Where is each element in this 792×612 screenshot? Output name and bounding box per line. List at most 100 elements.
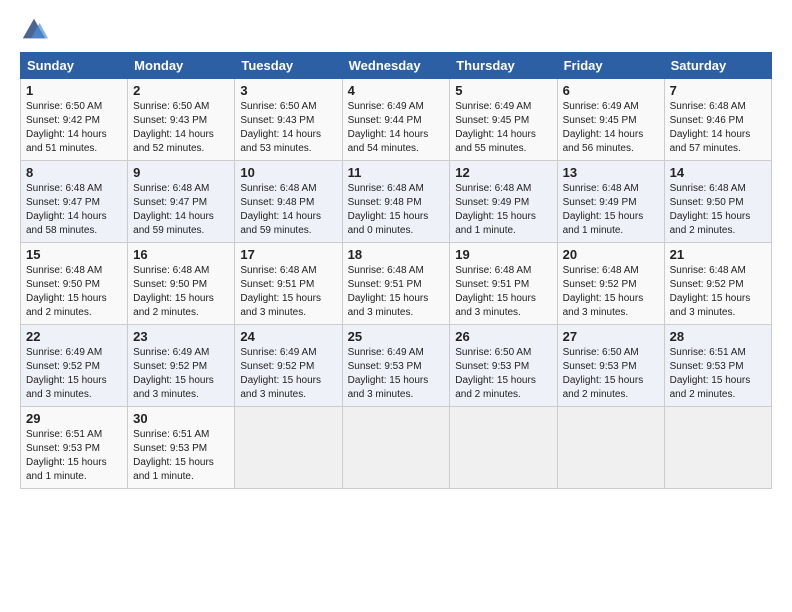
day-info: Sunrise: 6:49 AMSunset: 9:52 PMDaylight:… bbox=[26, 347, 107, 400]
day-info: Sunrise: 6:50 AMSunset: 9:43 PMDaylight:… bbox=[240, 101, 321, 154]
day-number: 1 bbox=[26, 83, 122, 98]
column-header-tuesday: Tuesday bbox=[235, 53, 342, 79]
calendar-cell: 16 Sunrise: 6:48 AMSunset: 9:50 PMDaylig… bbox=[128, 243, 235, 325]
calendar-cell bbox=[235, 407, 342, 489]
calendar-week-1: 1 Sunrise: 6:50 AMSunset: 9:42 PMDayligh… bbox=[21, 79, 772, 161]
day-info: Sunrise: 6:51 AMSunset: 9:53 PMDaylight:… bbox=[26, 429, 107, 482]
calendar-cell: 26 Sunrise: 6:50 AMSunset: 9:53 PMDaylig… bbox=[450, 325, 557, 407]
calendar-cell: 9 Sunrise: 6:48 AMSunset: 9:47 PMDayligh… bbox=[128, 161, 235, 243]
day-info: Sunrise: 6:48 AMSunset: 9:47 PMDaylight:… bbox=[26, 183, 107, 236]
logo bbox=[20, 16, 52, 44]
calendar-week-2: 8 Sunrise: 6:48 AMSunset: 9:47 PMDayligh… bbox=[21, 161, 772, 243]
day-number: 12 bbox=[455, 165, 551, 180]
day-number: 25 bbox=[348, 329, 445, 344]
day-number: 13 bbox=[563, 165, 659, 180]
day-number: 2 bbox=[133, 83, 229, 98]
calendar-cell bbox=[664, 407, 771, 489]
calendar-cell: 8 Sunrise: 6:48 AMSunset: 9:47 PMDayligh… bbox=[21, 161, 128, 243]
day-info: Sunrise: 6:48 AMSunset: 9:46 PMDaylight:… bbox=[670, 101, 751, 154]
day-number: 7 bbox=[670, 83, 766, 98]
day-number: 14 bbox=[670, 165, 766, 180]
day-number: 29 bbox=[26, 411, 122, 426]
calendar-cell: 13 Sunrise: 6:48 AMSunset: 9:49 PMDaylig… bbox=[557, 161, 664, 243]
day-number: 6 bbox=[563, 83, 659, 98]
day-info: Sunrise: 6:50 AMSunset: 9:53 PMDaylight:… bbox=[563, 347, 644, 400]
calendar-cell: 25 Sunrise: 6:49 AMSunset: 9:53 PMDaylig… bbox=[342, 325, 450, 407]
day-info: Sunrise: 6:48 AMSunset: 9:48 PMDaylight:… bbox=[348, 183, 429, 236]
calendar-week-3: 15 Sunrise: 6:48 AMSunset: 9:50 PMDaylig… bbox=[21, 243, 772, 325]
calendar-cell: 29 Sunrise: 6:51 AMSunset: 9:53 PMDaylig… bbox=[21, 407, 128, 489]
day-info: Sunrise: 6:51 AMSunset: 9:53 PMDaylight:… bbox=[133, 429, 214, 482]
day-number: 3 bbox=[240, 83, 336, 98]
calendar-cell: 7 Sunrise: 6:48 AMSunset: 9:46 PMDayligh… bbox=[664, 79, 771, 161]
day-number: 23 bbox=[133, 329, 229, 344]
day-number: 8 bbox=[26, 165, 122, 180]
calendar-cell: 5 Sunrise: 6:49 AMSunset: 9:45 PMDayligh… bbox=[450, 79, 557, 161]
day-info: Sunrise: 6:48 AMSunset: 9:51 PMDaylight:… bbox=[348, 265, 429, 318]
day-number: 16 bbox=[133, 247, 229, 262]
day-number: 30 bbox=[133, 411, 229, 426]
day-number: 4 bbox=[348, 83, 445, 98]
page-header bbox=[20, 16, 772, 44]
calendar-cell: 6 Sunrise: 6:49 AMSunset: 9:45 PMDayligh… bbox=[557, 79, 664, 161]
day-number: 17 bbox=[240, 247, 336, 262]
day-info: Sunrise: 6:51 AMSunset: 9:53 PMDaylight:… bbox=[670, 347, 751, 400]
calendar-cell bbox=[342, 407, 450, 489]
day-number: 21 bbox=[670, 247, 766, 262]
calendar-cell: 15 Sunrise: 6:48 AMSunset: 9:50 PMDaylig… bbox=[21, 243, 128, 325]
day-number: 27 bbox=[563, 329, 659, 344]
day-number: 18 bbox=[348, 247, 445, 262]
day-number: 24 bbox=[240, 329, 336, 344]
header-row: SundayMondayTuesdayWednesdayThursdayFrid… bbox=[21, 53, 772, 79]
calendar-cell: 27 Sunrise: 6:50 AMSunset: 9:53 PMDaylig… bbox=[557, 325, 664, 407]
calendar-cell: 10 Sunrise: 6:48 AMSunset: 9:48 PMDaylig… bbox=[235, 161, 342, 243]
calendar-table: SundayMondayTuesdayWednesdayThursdayFrid… bbox=[20, 52, 772, 489]
calendar-cell: 14 Sunrise: 6:48 AMSunset: 9:50 PMDaylig… bbox=[664, 161, 771, 243]
day-info: Sunrise: 6:48 AMSunset: 9:47 PMDaylight:… bbox=[133, 183, 214, 236]
day-info: Sunrise: 6:49 AMSunset: 9:52 PMDaylight:… bbox=[240, 347, 321, 400]
column-header-saturday: Saturday bbox=[664, 53, 771, 79]
day-info: Sunrise: 6:48 AMSunset: 9:52 PMDaylight:… bbox=[563, 265, 644, 318]
calendar-cell: 22 Sunrise: 6:49 AMSunset: 9:52 PMDaylig… bbox=[21, 325, 128, 407]
calendar-cell: 11 Sunrise: 6:48 AMSunset: 9:48 PMDaylig… bbox=[342, 161, 450, 243]
calendar-cell: 4 Sunrise: 6:49 AMSunset: 9:44 PMDayligh… bbox=[342, 79, 450, 161]
calendar-cell: 17 Sunrise: 6:48 AMSunset: 9:51 PMDaylig… bbox=[235, 243, 342, 325]
day-info: Sunrise: 6:49 AMSunset: 9:45 PMDaylight:… bbox=[563, 101, 644, 154]
logo-icon bbox=[20, 16, 48, 44]
column-header-friday: Friday bbox=[557, 53, 664, 79]
column-header-wednesday: Wednesday bbox=[342, 53, 450, 79]
day-number: 26 bbox=[455, 329, 551, 344]
day-info: Sunrise: 6:49 AMSunset: 9:45 PMDaylight:… bbox=[455, 101, 536, 154]
day-info: Sunrise: 6:50 AMSunset: 9:42 PMDaylight:… bbox=[26, 101, 107, 154]
day-info: Sunrise: 6:49 AMSunset: 9:52 PMDaylight:… bbox=[133, 347, 214, 400]
day-number: 10 bbox=[240, 165, 336, 180]
day-number: 11 bbox=[348, 165, 445, 180]
day-info: Sunrise: 6:48 AMSunset: 9:49 PMDaylight:… bbox=[455, 183, 536, 236]
day-number: 22 bbox=[26, 329, 122, 344]
calendar-cell: 1 Sunrise: 6:50 AMSunset: 9:42 PMDayligh… bbox=[21, 79, 128, 161]
calendar-cell: 3 Sunrise: 6:50 AMSunset: 9:43 PMDayligh… bbox=[235, 79, 342, 161]
day-number: 28 bbox=[670, 329, 766, 344]
day-info: Sunrise: 6:49 AMSunset: 9:53 PMDaylight:… bbox=[348, 347, 429, 400]
day-number: 5 bbox=[455, 83, 551, 98]
calendar-cell: 18 Sunrise: 6:48 AMSunset: 9:51 PMDaylig… bbox=[342, 243, 450, 325]
day-info: Sunrise: 6:48 AMSunset: 9:48 PMDaylight:… bbox=[240, 183, 321, 236]
calendar-cell: 12 Sunrise: 6:48 AMSunset: 9:49 PMDaylig… bbox=[450, 161, 557, 243]
day-info: Sunrise: 6:48 AMSunset: 9:51 PMDaylight:… bbox=[240, 265, 321, 318]
column-header-sunday: Sunday bbox=[21, 53, 128, 79]
day-info: Sunrise: 6:48 AMSunset: 9:51 PMDaylight:… bbox=[455, 265, 536, 318]
calendar-cell: 23 Sunrise: 6:49 AMSunset: 9:52 PMDaylig… bbox=[128, 325, 235, 407]
day-info: Sunrise: 6:48 AMSunset: 9:50 PMDaylight:… bbox=[133, 265, 214, 318]
day-number: 19 bbox=[455, 247, 551, 262]
calendar-week-5: 29 Sunrise: 6:51 AMSunset: 9:53 PMDaylig… bbox=[21, 407, 772, 489]
calendar-cell: 24 Sunrise: 6:49 AMSunset: 9:52 PMDaylig… bbox=[235, 325, 342, 407]
column-header-thursday: Thursday bbox=[450, 53, 557, 79]
day-info: Sunrise: 6:48 AMSunset: 9:50 PMDaylight:… bbox=[670, 183, 751, 236]
calendar-cell bbox=[450, 407, 557, 489]
column-header-monday: Monday bbox=[128, 53, 235, 79]
calendar-cell: 19 Sunrise: 6:48 AMSunset: 9:51 PMDaylig… bbox=[450, 243, 557, 325]
day-info: Sunrise: 6:49 AMSunset: 9:44 PMDaylight:… bbox=[348, 101, 429, 154]
day-info: Sunrise: 6:48 AMSunset: 9:52 PMDaylight:… bbox=[670, 265, 751, 318]
calendar-cell: 2 Sunrise: 6:50 AMSunset: 9:43 PMDayligh… bbox=[128, 79, 235, 161]
day-number: 20 bbox=[563, 247, 659, 262]
